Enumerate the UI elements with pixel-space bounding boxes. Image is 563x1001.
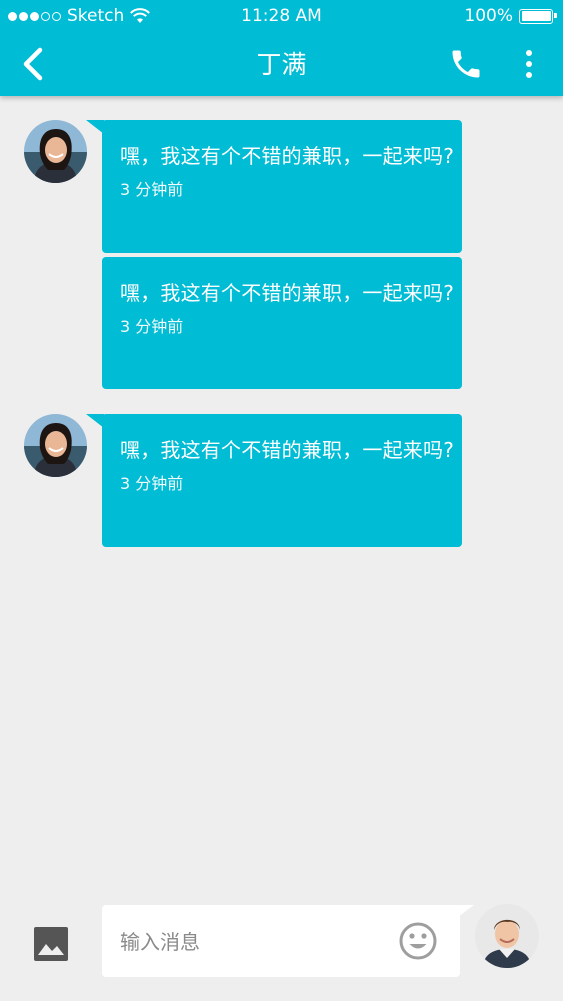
app-header: Sketch 11:28 AM 100% 丁满 — [0, 0, 563, 96]
emoji-icon[interactable] — [398, 921, 438, 961]
message-text: 嘿，我这有个不错的兼职，一起来吗? — [120, 281, 455, 305]
composer-tail — [458, 905, 474, 917]
battery-status: 100% — [464, 0, 557, 32]
contact-avatar[interactable] — [24, 414, 87, 477]
message-input[interactable] — [118, 905, 392, 979]
message-text: 嘿，我这有个不错的兼职，一起来吗? — [120, 144, 455, 168]
status-bar: Sketch 11:28 AM 100% — [0, 0, 563, 32]
more-vertical-icon[interactable] — [515, 47, 543, 81]
battery-percent: 100% — [464, 6, 513, 26]
phone-icon[interactable] — [448, 46, 484, 82]
image-icon[interactable] — [32, 925, 70, 963]
message-time: 3 分钟前 — [120, 180, 184, 199]
user-avatar[interactable] — [475, 904, 539, 968]
message-composer[interactable] — [102, 905, 460, 979]
message-time: 3 分钟前 — [120, 317, 184, 336]
message-text: 嘿，我这有个不错的兼职，一起来吗? — [120, 438, 455, 462]
message-bubble[interactable]: 嘿，我这有个不错的兼职，一起来吗? 3 分钟前 — [102, 257, 462, 389]
message-time: 3 分钟前 — [120, 474, 184, 493]
message-bubble[interactable]: 嘿，我这有个不错的兼职，一起来吗? 3 分钟前 — [102, 414, 462, 547]
battery-icon — [519, 8, 557, 24]
message-bubble[interactable]: 嘿，我这有个不错的兼职，一起来吗? 3 分钟前 — [102, 120, 462, 253]
contact-avatar[interactable] — [24, 120, 87, 183]
